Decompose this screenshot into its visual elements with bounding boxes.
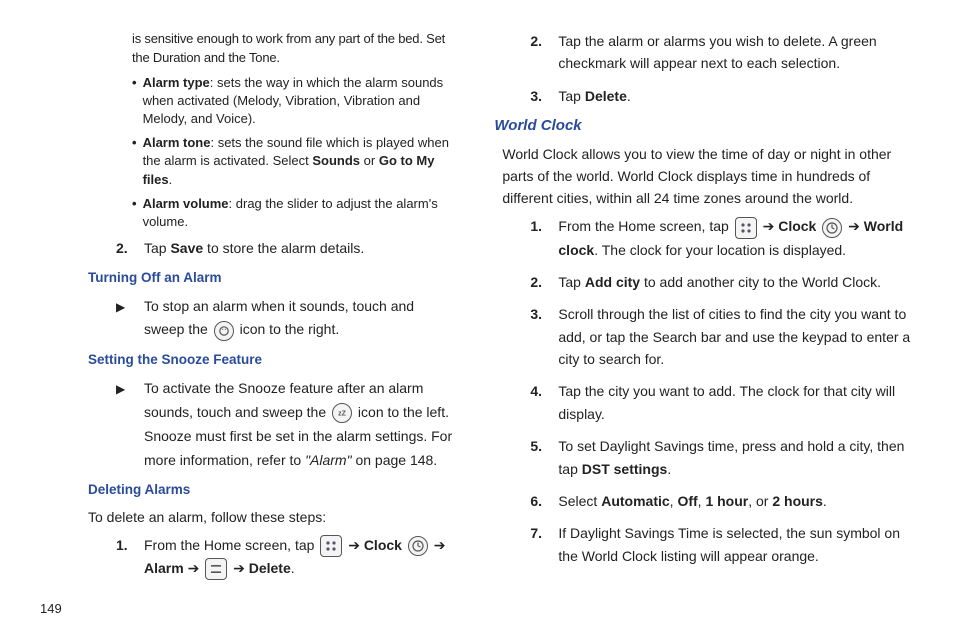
bullet-alarm-type: • Alarm type: sets the way in which the … (132, 74, 454, 129)
page-columns: is sensitive enough to work from any par… (40, 30, 914, 593)
delete-step-2: 2. Tap the alarm or alarms you wish to d… (530, 30, 914, 75)
wc-step-7: 7. If Daylight Savings Time is selected,… (530, 522, 914, 567)
page-number: 149 (40, 601, 914, 616)
clock-icon (408, 536, 428, 556)
svg-text:zZ: zZ (338, 411, 347, 418)
step-2-save: 2. Tap Save to store the alarm details. (116, 237, 454, 259)
snooze-icon: zZ (332, 403, 352, 423)
bullet-dot: • (132, 74, 137, 129)
bullet-alarm-volume: • Alarm volume: drag the slider to adjus… (132, 195, 454, 231)
menu-icon (205, 558, 227, 580)
snooze-step: ▶ To activate the Snooze feature after a… (116, 377, 454, 472)
wc-step-6: 6. Select Automatic, Off, 1 hour, or 2 h… (530, 490, 914, 512)
wc-step-1: 1. From the Home screen, tap ➔ Clock ➔ W… (530, 215, 914, 261)
heading-turning-off: Turning Off an Alarm (88, 270, 454, 285)
bullet-dot: • (132, 134, 137, 189)
world-clock-intro: World Clock allows you to view the time … (502, 144, 914, 209)
apps-icon (735, 217, 757, 239)
clock-icon (822, 218, 842, 238)
turn-off-step: ▶ To stop an alarm when it sounds, touch… (116, 295, 454, 343)
bullet-dot: • (132, 195, 137, 231)
intro-fragment: is sensitive enough to work from any par… (132, 30, 454, 68)
heading-world-clock: World Clock (494, 117, 914, 134)
heading-deleting: Deleting Alarms (88, 482, 454, 497)
wc-step-3: 3. Scroll through the list of cities to … (530, 303, 914, 370)
left-column: is sensitive enough to work from any par… (40, 30, 454, 593)
delete-step-1: 1. From the Home screen, tap ➔ Clock ➔ A… (116, 534, 454, 581)
wc-step-4: 4. Tap the city you want to add. The clo… (530, 380, 914, 425)
right-column: 2. Tap the alarm or alarms you wish to d… (502, 30, 914, 593)
wc-step-5: 5. To set Daylight Savings time, press a… (530, 435, 914, 480)
delete-intro: To delete an alarm, follow these steps: (88, 507, 454, 527)
heading-snooze: Setting the Snooze Feature (88, 352, 454, 367)
apps-icon (320, 535, 342, 557)
bullet-alarm-tone: • Alarm tone: sets the sound file which … (132, 134, 454, 189)
delete-step-3: 3. Tap Delete. (530, 85, 914, 107)
wc-step-2: 2. Tap Add city to add another city to t… (530, 271, 914, 293)
alarm-dismiss-icon (214, 321, 234, 341)
